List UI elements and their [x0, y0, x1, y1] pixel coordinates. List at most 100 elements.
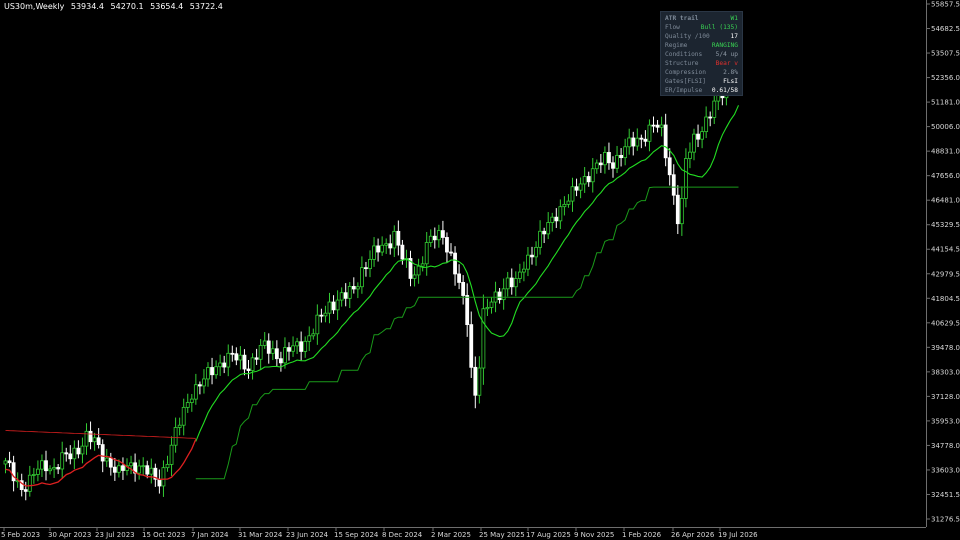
candle-body — [481, 308, 486, 369]
candle-body — [384, 243, 389, 246]
candle-body — [129, 462, 133, 467]
candle-body — [3, 460, 8, 465]
open-value: 53934.4 — [70, 2, 104, 11]
candle-body — [145, 465, 150, 475]
candle-body — [603, 152, 607, 166]
candle-body — [684, 158, 688, 199]
time-tick-label: 8 Dec 2024 — [382, 531, 423, 539]
panel-row: Conditions 5/4 up — [665, 50, 738, 59]
time-tick-label: 17 Aug 2025 — [526, 531, 571, 539]
candle-body — [327, 301, 332, 314]
price-tick-label: 55857.5 — [931, 1, 960, 9]
candle-body — [436, 230, 441, 241]
candle-body — [635, 137, 640, 147]
candle-body — [550, 216, 555, 223]
candle-body — [258, 344, 263, 360]
candle-body — [542, 230, 547, 235]
time-tick-label: 9 Nov 2025 — [574, 531, 614, 539]
candle-body — [226, 352, 231, 368]
candle-body — [558, 206, 563, 222]
candle-body — [157, 478, 162, 487]
candle-body — [526, 254, 530, 270]
candle-body — [368, 258, 372, 270]
candle-body — [651, 124, 656, 127]
time-tick-label: 1 Feb 2026 — [622, 531, 662, 539]
candle-body — [400, 244, 405, 260]
candle-body — [440, 230, 445, 238]
candle-body — [619, 154, 623, 159]
trail-fast-line — [195, 105, 740, 442]
candle-body — [388, 243, 393, 249]
candle-body — [60, 452, 65, 470]
candle-body — [193, 384, 198, 400]
candle-body — [570, 186, 575, 202]
price-tick-label: 52356.0 — [931, 74, 960, 82]
panel-row-key: Structure — [665, 60, 699, 67]
candle-body — [36, 468, 40, 475]
candle-body — [68, 453, 73, 460]
candle-body — [445, 237, 449, 253]
candle-body — [420, 263, 425, 267]
candle-body — [214, 366, 219, 376]
candle-body — [372, 245, 376, 260]
candle-body — [331, 301, 336, 311]
price-tick-label: 41804.5 — [931, 295, 960, 303]
candle-body — [623, 146, 628, 159]
candle-body — [72, 447, 77, 460]
candle-body — [530, 254, 534, 258]
candle-body — [497, 291, 502, 301]
symbol-label: US30m,Weekly — [4, 2, 65, 11]
candle-body — [643, 138, 648, 142]
candle-body — [27, 474, 32, 492]
candle-body — [270, 348, 275, 354]
candle-body — [457, 273, 462, 283]
price-tick-label: 42979.5 — [931, 270, 960, 278]
atr-trail-info-panel: ATR trail W1 Flow Bull (135) Quality /100 1… — [660, 11, 743, 96]
candles — [3, 41, 741, 501]
price-tick-label: 40629.5 — [931, 319, 960, 327]
time-tick-label: 15 Sep 2024 — [334, 531, 379, 539]
candle-body — [278, 358, 283, 364]
time-tick-label: 19 Jul 2026 — [718, 531, 758, 539]
candle-body — [554, 216, 559, 222]
candle-body — [611, 162, 615, 169]
price-tick-label: 47656.0 — [931, 172, 960, 180]
candle-body — [639, 137, 644, 140]
candle-body — [40, 460, 44, 470]
candle-body — [250, 357, 255, 371]
candle-body — [712, 100, 717, 118]
candle-body — [655, 124, 660, 128]
trail-bear-upper-line — [5, 430, 196, 439]
price-tick-label: 37128.0 — [931, 393, 960, 401]
candle-body — [477, 367, 482, 396]
time-tick-label: 15 Oct 2023 — [142, 531, 185, 539]
price-tick-label: 32451.5 — [931, 491, 960, 499]
price-chart[interactable]: 55857.5 54682.5 53507.5 52356.0 51181.0 50006… — [0, 0, 960, 540]
price-tick-label: 51181.0 — [931, 99, 960, 107]
candle-body — [149, 467, 154, 475]
candle-body — [501, 288, 506, 301]
candle-body — [359, 267, 364, 288]
candle-body — [647, 124, 652, 142]
candle-body — [562, 203, 567, 208]
candle-body — [688, 151, 692, 159]
candle-body — [31, 474, 36, 476]
candle-body — [323, 312, 328, 317]
candle-body — [351, 286, 356, 290]
candle-body — [376, 245, 381, 253]
candle-body — [696, 133, 700, 140]
candle-body — [364, 267, 368, 270]
candle-body — [161, 467, 166, 487]
candle-body — [108, 457, 113, 468]
candle-body — [52, 467, 56, 470]
candle-body — [598, 162, 603, 166]
time-tick-label: 7 Jan 2024 — [191, 531, 229, 539]
panel-row-value: RANGING — [711, 42, 738, 49]
time-tick-label: 26 Apr 2026 — [671, 531, 715, 539]
candle-body — [299, 341, 304, 352]
panel-row-key: Quality /100 — [665, 33, 710, 40]
panel-row: Structure Bear v — [665, 59, 738, 68]
panel-title-row: ATR trail W1 — [665, 14, 738, 23]
time-tick-label: 23 Jul 2023 — [95, 531, 135, 539]
close-value: 53722.4 — [189, 2, 223, 11]
